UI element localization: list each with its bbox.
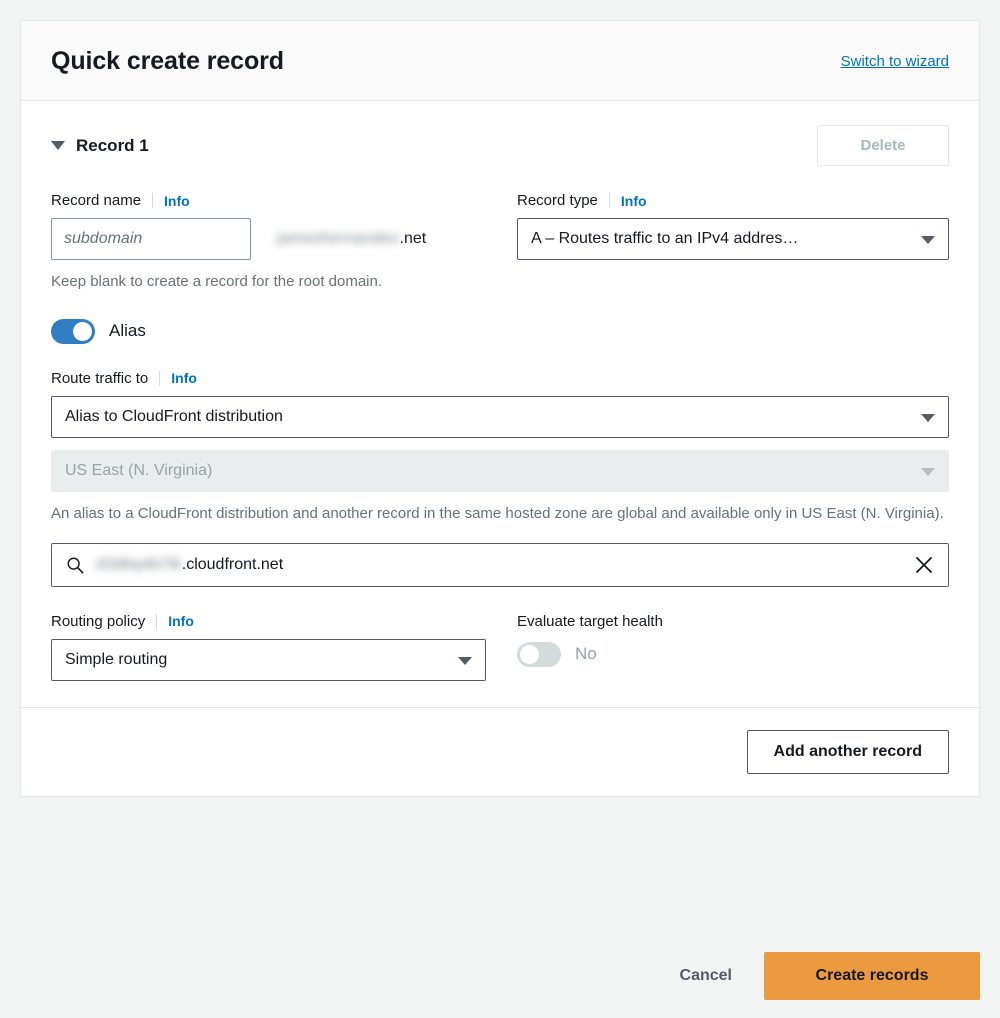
routing-policy-label: Routing policy [51, 612, 146, 630]
chevron-down-icon [921, 467, 935, 476]
switch-to-wizard-link[interactable]: Switch to wizard [841, 53, 949, 70]
record-name-field: Record name Info subdomain jameshernande… [51, 192, 483, 293]
label-divider [159, 370, 161, 386]
alias-toggle-row[interactable]: Alias [51, 318, 949, 344]
quick-create-record-card: Quick create record Switch to wizard Rec… [20, 20, 980, 797]
evaluate-target-health-toggle-row[interactable]: No [517, 641, 949, 667]
route-traffic-target-value: Alias to CloudFront distribution [65, 407, 283, 425]
policy-and-health-row: Routing policy Info Simple routing Evalu… [51, 613, 949, 681]
route-traffic-helper-text: An alias to a CloudFront distribution an… [51, 504, 944, 522]
cancel-button[interactable]: Cancel [674, 955, 738, 997]
record-label: Record 1 [76, 135, 149, 155]
card-footer: Add another record [21, 706, 979, 796]
record-type-field: Record type Info A – Routes traffic to a… [517, 192, 949, 293]
alias-target-domain: .cloudfront.net [181, 555, 284, 573]
route-traffic-label: Route traffic to [51, 369, 149, 387]
record-name-input[interactable]: subdomain [51, 218, 251, 260]
evaluate-target-health-state-label: No [575, 644, 597, 663]
delete-button[interactable]: Delete [817, 125, 949, 166]
label-divider [608, 193, 610, 208]
domain-tld: .net [399, 230, 427, 247]
record-name-info-link[interactable]: Info [164, 193, 190, 209]
zone-domain-suffix: jameshernandez .net [277, 230, 426, 248]
route-traffic-label-row: Route traffic to Info [51, 370, 949, 387]
record-name-label-row: Record name Info [51, 192, 483, 209]
routing-policy-label-row: Routing policy Info [51, 613, 483, 630]
page-actions: Cancel Create records [20, 952, 980, 1000]
evaluate-target-health-label-row: Evaluate target health [517, 613, 949, 630]
record-type-select-value: A – Routes traffic to an IPv4 addres… [531, 230, 799, 247]
routing-policy-select-value: Simple routing [65, 650, 168, 668]
record-type-label: Record type [517, 192, 598, 209]
add-another-record-button[interactable]: Add another record [746, 729, 949, 774]
record-type-info-link[interactable]: Info [621, 193, 647, 209]
route-traffic-target-select[interactable]: Alias to CloudFront distribution [51, 395, 949, 438]
record-type-label-row: Record type Info [517, 192, 949, 209]
card-body: Record 1 Delete Record name Info subdoma… [21, 101, 979, 707]
record-type-select[interactable]: A – Routes traffic to an IPv4 addres… [517, 218, 949, 260]
page-title: Quick create record [51, 47, 284, 75]
route-traffic-info-link[interactable]: Info [171, 370, 197, 386]
search-icon [67, 557, 84, 573]
chevron-down-icon [921, 413, 935, 422]
route-traffic-section: Route traffic to Info Alias to CloudFron… [51, 370, 949, 587]
name-and-type-row: Record name Info subdomain jameshernande… [51, 192, 949, 293]
evaluate-target-health-field: Evaluate target health No [517, 613, 949, 681]
label-divider [156, 613, 158, 629]
alias-target-search-input[interactable]: d3dbq4b7lk .cloudfront.net [51, 542, 949, 587]
toggle-knob [520, 644, 539, 664]
evaluate-target-health-label: Evaluate target health [517, 612, 663, 630]
create-records-button[interactable]: Create records [764, 952, 980, 1000]
quick-create-record-page: Quick create record Switch to wizard Rec… [0, 0, 1000, 1018]
route-traffic-region-select: US East (N. Virginia) [51, 449, 949, 492]
toggle-knob [73, 321, 92, 341]
record-name-helper-text: Keep blank to create a record for the ro… [51, 273, 383, 290]
record-name-placeholder: subdomain [64, 230, 143, 247]
route-traffic-region-value: US East (N. Virginia) [65, 461, 213, 479]
close-icon[interactable] [914, 555, 934, 575]
evaluate-target-health-toggle[interactable] [517, 641, 561, 667]
routing-policy-field: Routing policy Info Simple routing [51, 613, 486, 681]
alias-target-value: d3dbq4b7lk .cloudfront.net [96, 556, 283, 574]
routing-policy-select[interactable]: Simple routing [51, 638, 486, 681]
chevron-down-icon [921, 236, 935, 244]
redacted-distribution-id: d3dbq4b7lk [96, 555, 182, 573]
record-name-label: Record name [51, 192, 142, 209]
record-disclosure[interactable]: Record 1 [51, 136, 149, 156]
record-header-row: Record 1 Delete [51, 125, 949, 166]
record-name-input-row: subdomain jameshernandez .net [51, 218, 483, 260]
alias-label: Alias [109, 321, 146, 341]
chevron-down-icon [458, 656, 472, 665]
alias-toggle[interactable] [51, 318, 95, 344]
redacted-domain-name: jameshernandez [277, 230, 400, 247]
chevron-down-icon[interactable] [51, 141, 65, 150]
routing-policy-info-link[interactable]: Info [168, 613, 194, 629]
card-header: Quick create record Switch to wizard [21, 21, 979, 101]
label-divider [152, 193, 154, 208]
